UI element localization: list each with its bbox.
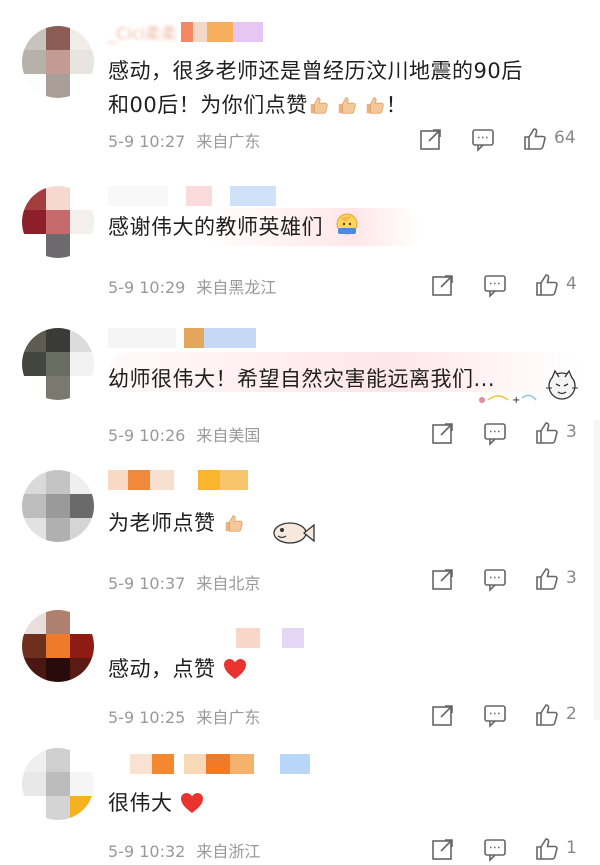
location: 来自广东 xyxy=(196,708,261,727)
timestamp: 5-9 10:27 xyxy=(108,132,186,151)
share-icon[interactable] xyxy=(430,420,456,446)
share-icon[interactable] xyxy=(430,836,456,862)
comment-item: 幼师很伟大！希望自然灾害能远离我们... + 5-9 10:26 来自美国 3 xyxy=(0,312,600,458)
comment-icon[interactable] xyxy=(470,126,496,152)
like-count: 3 xyxy=(566,568,577,588)
share-icon[interactable] xyxy=(430,272,456,298)
comment-text: 感谢伟大的教师英雄们 xyxy=(108,210,360,246)
location: 来自北京 xyxy=(196,574,261,593)
comment-text-line: 感动，点赞 xyxy=(108,657,216,681)
thumbs-up-emoji xyxy=(364,89,386,123)
comment-actions: 3 xyxy=(430,566,590,592)
comment-meta: 5-9 10:37 来自北京 xyxy=(108,570,260,594)
like-count: 3 xyxy=(566,422,577,442)
like-count: 1 xyxy=(566,838,577,858)
comment-actions: 1 xyxy=(430,836,590,862)
comment-text-suffix: ！ xyxy=(385,93,408,117)
comment-meta: 5-9 10:29 来自黑龙江 xyxy=(108,274,276,298)
like-icon[interactable] xyxy=(534,836,560,862)
comment-meta: 5-9 10:32 来自浙江 xyxy=(108,838,260,862)
username[interactable] xyxy=(108,328,256,348)
comment-meta: 5-9 10:25 来自广东 xyxy=(108,704,260,728)
comment-text-line: 为老师点赞 xyxy=(108,511,216,535)
comment-icon[interactable] xyxy=(482,702,508,728)
timestamp: 5-9 10:25 xyxy=(108,708,186,727)
comment-text: 很伟大 xyxy=(108,786,204,821)
like-icon[interactable] xyxy=(534,702,560,728)
like-icon[interactable] xyxy=(534,272,560,298)
comment-text-line: 和00后！为你们点赞 ！ xyxy=(108,88,523,123)
username-text[interactable]: _Cici柔柔 xyxy=(108,20,177,44)
comment-text-line-content: 和00后！为你们点赞 xyxy=(108,93,308,117)
username[interactable] xyxy=(108,470,248,490)
share-icon[interactable] xyxy=(430,566,456,592)
heart-emoji xyxy=(223,653,247,687)
thumbs-up-emoji xyxy=(223,507,245,541)
svg-text:+: + xyxy=(512,395,520,406)
timestamp: 5-9 10:29 xyxy=(108,278,186,297)
avatar[interactable] xyxy=(22,610,94,682)
avatar[interactable] xyxy=(22,328,94,400)
location: 来自广东 xyxy=(196,132,261,151)
heart-emoji xyxy=(180,787,204,821)
thumbs-up-emoji xyxy=(336,89,358,123)
like-icon[interactable] xyxy=(534,566,560,592)
comment-item: 为老师点赞 5-9 10:37 来自北京 3 xyxy=(0,458,600,604)
comment-actions: 2 xyxy=(430,702,590,728)
timestamp: 5-9 10:37 xyxy=(108,574,186,593)
share-icon[interactable] xyxy=(430,702,456,728)
comment-text-line: 感谢伟大的教师英雄们 xyxy=(108,215,323,239)
avatar[interactable] xyxy=(22,748,94,820)
avatar[interactable] xyxy=(22,470,94,542)
comment-text-line: 感动，很多老师还是曾经历汶川地震的90后 xyxy=(108,59,523,83)
location: 来自浙江 xyxy=(196,842,261,861)
like-icon[interactable] xyxy=(534,420,560,446)
cat-sticker-icon: + xyxy=(479,369,578,406)
comment-text: 感动，很多老师还是曾经历汶川地震的90后 和00后！为你们点赞 ！ xyxy=(108,54,523,123)
like-icon[interactable] xyxy=(522,126,548,152)
like-count: 64 xyxy=(554,128,576,148)
username[interactable] xyxy=(108,628,304,648)
comment-actions: 3 xyxy=(430,420,590,446)
thumbs-up-emoji xyxy=(308,89,330,123)
share-icon[interactable] xyxy=(418,126,444,152)
timestamp: 5-9 10:26 xyxy=(108,426,186,445)
timestamp: 5-9 10:32 xyxy=(108,842,186,861)
username[interactable] xyxy=(108,186,276,206)
comment-icon[interactable] xyxy=(482,566,508,592)
like-count: 2 xyxy=(566,704,577,724)
avatar[interactable] xyxy=(22,26,94,98)
comment-item: 感谢伟大的教师英雄们 5-9 10:29 来自黑龙江 4 xyxy=(0,170,600,312)
comment-icon[interactable] xyxy=(482,272,508,298)
comment-text-line: 很伟大 xyxy=(108,791,173,815)
comment-actions: 64 xyxy=(418,126,588,152)
username[interactable]: _Cici柔柔 xyxy=(108,20,263,44)
comment-text: 感动，点赞 xyxy=(108,652,247,687)
comment-meta: 5-9 10:26 来自美国 xyxy=(108,422,260,446)
comment-text: 为老师点赞 xyxy=(108,506,245,541)
fish-sticker-icon xyxy=(273,522,315,544)
scroll-edge xyxy=(594,420,600,720)
username[interactable] xyxy=(108,754,310,774)
like-count: 4 xyxy=(566,274,577,294)
avatar[interactable] xyxy=(22,186,94,258)
location: 来自美国 xyxy=(196,426,261,445)
comment-text-line: 幼师很伟大！希望自然灾害能远离我们... xyxy=(108,367,496,391)
comment-item: 很伟大 5-9 10:32 来自浙江 1 xyxy=(0,740,600,865)
comment-text: 幼师很伟大！希望自然灾害能远离我们... xyxy=(108,362,495,396)
comment-meta: 5-9 10:27 来自广东 xyxy=(108,128,260,152)
salute-emoji xyxy=(334,210,360,246)
location: 来自黑龙江 xyxy=(196,278,277,297)
comment-icon[interactable] xyxy=(482,836,508,862)
comment-item: 感动，点赞 5-9 10:25 来自广东 2 xyxy=(0,604,600,740)
comment-item: _Cici柔柔 感动，很多老师还是曾经历汶川地震的90后 和00后！为你们点赞 ！… xyxy=(0,0,600,170)
comment-icon[interactable] xyxy=(482,420,508,446)
comment-actions: 4 xyxy=(430,272,590,298)
